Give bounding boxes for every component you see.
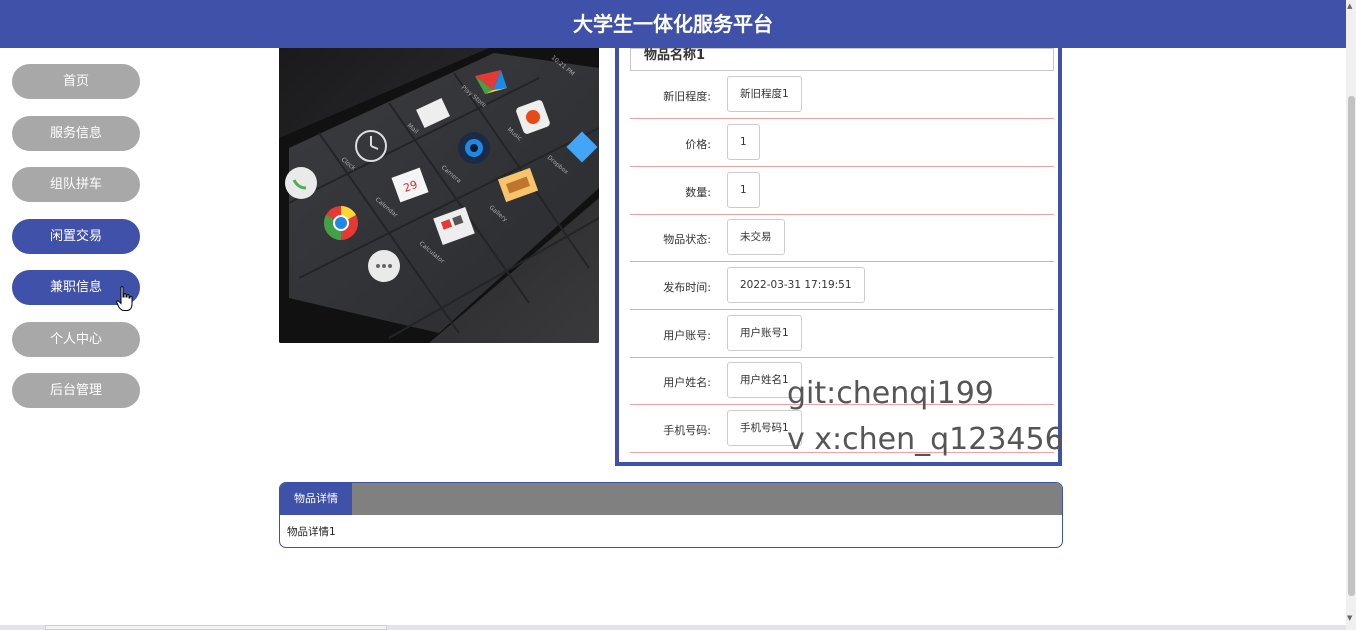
- nav-home-button[interactable]: 首页: [12, 64, 140, 99]
- account-value: 用户账号1: [727, 315, 802, 351]
- quantity-label: 数量:: [685, 186, 711, 199]
- smartphone-photo-graphic: 29 Clock Mail Play Store Camera Music Dr…: [279, 48, 599, 343]
- nav-profile-button[interactable]: 个人中心: [12, 321, 140, 357]
- price-label: 价格:: [685, 138, 711, 151]
- field-row-condition: 新旧程度: 新旧程度1: [630, 71, 1054, 119]
- status-label: 物品状态:: [663, 233, 711, 246]
- condition-label: 新旧程度:: [663, 90, 711, 103]
- product-image: 29 Clock Mail Play Store Camera Music Dr…: [279, 48, 599, 343]
- price-value: 1: [727, 124, 760, 160]
- phone-label: 手机号码:: [663, 424, 711, 437]
- details-content: 物品详情1: [287, 526, 336, 538]
- site-title: 大学生一体化服务平台: [573, 12, 773, 36]
- watermark-wechat: v x:chen_q123456: [787, 422, 1064, 457]
- field-row-status: 物品状态: 未交易: [630, 214, 1054, 262]
- field-row-quantity: 数量: 1: [630, 167, 1054, 215]
- sidebar-nav: 首页 服务信息 组队拼车 闲置交易 兼职信息 个人中心 后台管理: [12, 64, 140, 425]
- scroll-up-arrow-icon[interactable]: ▲: [1347, 2, 1352, 10]
- details-tab-bar: 物品详情: [280, 483, 1062, 515]
- condition-value: 新旧程度1: [727, 76, 802, 112]
- scroll-down-arrow-icon[interactable]: ▼: [1347, 614, 1352, 622]
- page: 大学生一体化服务平台 首页 服务信息 组队拼车 闲置交易 兼职信息 个人中心 后…: [0, 0, 1356, 630]
- username-label: 用户姓名:: [663, 376, 711, 389]
- field-row-account: 用户账号: 用户账号1: [630, 310, 1054, 358]
- scrollbar-thumb[interactable]: [1348, 96, 1355, 596]
- publish-time-value: 2022-03-31 17:19:51: [727, 267, 865, 303]
- nav-secondhand-button[interactable]: 闲置交易: [12, 218, 140, 254]
- watermark-git: git:chenqi199: [787, 376, 994, 411]
- item-details-section: 物品详情 物品详情1: [279, 482, 1063, 548]
- taskbar-segment: [45, 625, 387, 630]
- quantity-value: 1: [727, 172, 760, 208]
- site-header: 大学生一体化服务平台: [0, 0, 1346, 48]
- bottom-taskbar-strip: [0, 625, 1346, 630]
- item-name-title: 物品名称1: [630, 48, 1054, 71]
- field-row-price: 价格: 1: [630, 119, 1054, 167]
- tab-item-details[interactable]: 物品详情: [280, 483, 352, 515]
- nav-services-button[interactable]: 服务信息: [12, 115, 140, 151]
- account-label: 用户账号:: [663, 329, 711, 342]
- hand-pointer-icon: [116, 286, 133, 311]
- nav-admin-button[interactable]: 后台管理: [12, 373, 140, 408]
- publish-time-label: 发布时间:: [663, 281, 711, 294]
- page-scrollbar[interactable]: ▲ ▼: [1346, 0, 1356, 630]
- nav-carpool-button[interactable]: 组队拼车: [12, 167, 140, 202]
- field-row-publish-time: 发布时间: 2022-03-31 17:19:51: [630, 262, 1054, 310]
- status-value: 未交易: [727, 219, 785, 255]
